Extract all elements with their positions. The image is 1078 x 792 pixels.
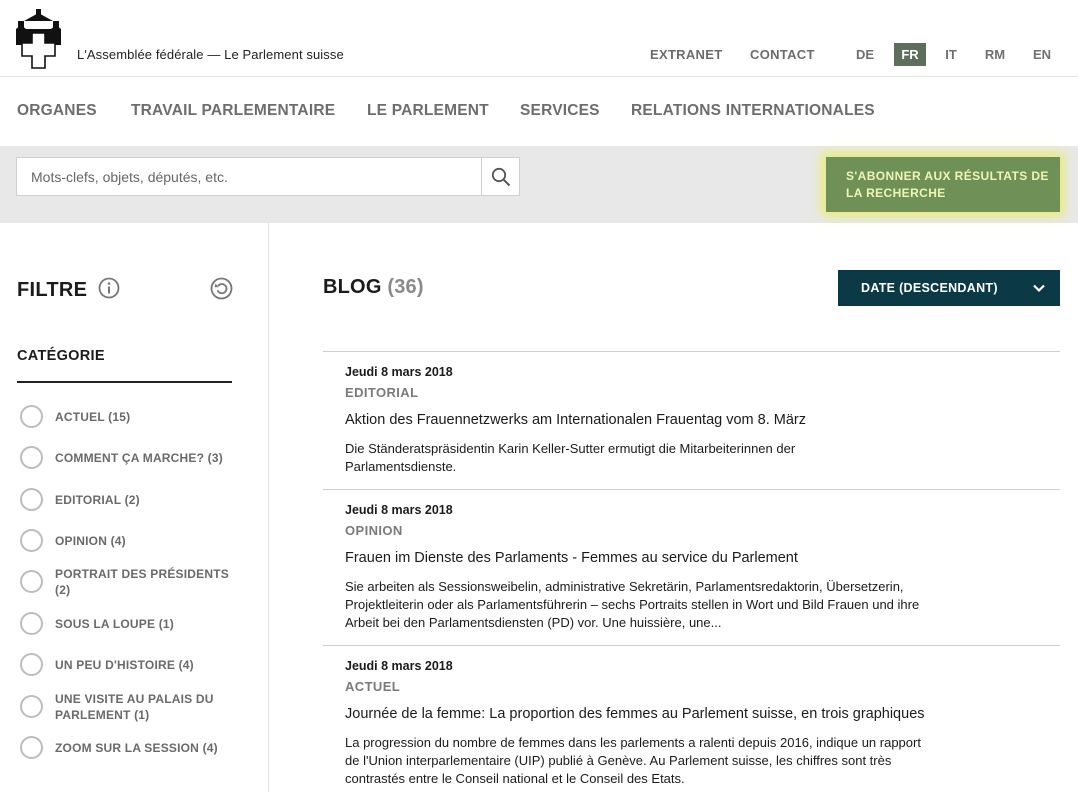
- results-title: BLOG (36): [323, 276, 424, 299]
- article-teaser: La progression du nombre de femmes dans …: [345, 735, 921, 786]
- nav-travail-parlementaire[interactable]: TRAVAIL PARLEMENTAIRE: [131, 102, 335, 120]
- search-icon: [491, 167, 510, 186]
- info-icon[interactable]: [98, 277, 120, 299]
- radio-button[interactable]: [20, 529, 43, 552]
- category-label: UN PEU D'HISTOIRE (4): [55, 658, 194, 672]
- radio-button[interactable]: [20, 653, 43, 676]
- article-title[interactable]: Frauen im Dienste des Parlaments - Femme…: [345, 550, 798, 566]
- article-category: EDITORIAL: [345, 385, 419, 400]
- nav-organes[interactable]: ORGANES: [17, 102, 97, 120]
- results-count: (36): [387, 276, 424, 298]
- blog-title-text: BLOG: [323, 276, 382, 298]
- filter-sidebar: FILTRE CATÉGORIE ACTUEL (15) COMMENT ÇA …: [0, 223, 269, 792]
- radio-button[interactable]: [20, 570, 43, 593]
- radio-button[interactable]: [20, 695, 43, 718]
- main-navigation: ORGANES TRAVAIL PARLEMENTAIRE LE PARLEME…: [0, 78, 1078, 146]
- filter-title: FILTRE: [17, 279, 88, 301]
- article-title[interactable]: Journée de la femme: La proportion des f…: [345, 706, 925, 722]
- article-title[interactable]: Aktion des Frauennetzwerks am Internatio…: [345, 412, 806, 428]
- radio-button[interactable]: [20, 736, 43, 759]
- category-label: EDITORIAL (2): [55, 493, 140, 507]
- category-label: ACTUEL (15): [55, 410, 131, 424]
- radio-button[interactable]: [20, 446, 43, 469]
- lang-en[interactable]: EN: [1026, 43, 1058, 66]
- category-label: PORTRAIT DES PRÉSIDENTS (2): [55, 567, 229, 597]
- chevron-down-icon: [1033, 284, 1045, 293]
- category-label: UNE VISITE AU PALAIS DU PARLEMENT (1): [55, 692, 214, 722]
- radio-button[interactable]: [20, 488, 43, 511]
- category-label: SOUS LA LOUPE (1): [55, 617, 174, 631]
- article-date: Jeudi 8 mars 2018: [345, 503, 453, 517]
- search-band: S'ABONNER AUX RÉSULTATS DE LA RECHERCHE: [0, 146, 1078, 223]
- category-label: ZOOM SUR LA SESSION (4): [55, 741, 218, 755]
- category-title: CATÉGORIE: [17, 348, 105, 364]
- reset-icon[interactable]: [210, 277, 233, 300]
- subscribe-search-results-button[interactable]: S'ABONNER AUX RÉSULTATS DE LA RECHERCHE: [826, 157, 1060, 212]
- lang-rm[interactable]: RM: [979, 43, 1011, 66]
- category-label: COMMENT ÇA MARCHE? (3): [55, 451, 223, 465]
- sort-label: DATE (DESCENDANT): [861, 281, 998, 295]
- search-button[interactable]: [481, 157, 520, 196]
- category-divider: [17, 381, 232, 383]
- category-label: OPINION (4): [55, 534, 126, 548]
- blog-article[interactable]: Jeudi 8 mars 2018 ACTUEL Journée de la f…: [323, 645, 1060, 792]
- search-input[interactable]: [17, 158, 481, 195]
- article-date: Jeudi 8 mars 2018: [345, 659, 453, 673]
- radio-button[interactable]: [20, 405, 43, 428]
- lang-fr[interactable]: FR: [894, 43, 926, 66]
- lang-de[interactable]: DE: [849, 43, 881, 66]
- contact-link[interactable]: CONTACT: [750, 47, 815, 62]
- lang-it[interactable]: IT: [935, 43, 967, 66]
- sort-dropdown[interactable]: DATE (DESCENDANT): [838, 270, 1060, 306]
- top-header: L'Assemblée fédérale — Le Parlement suis…: [0, 0, 1078, 77]
- nav-le-parlement[interactable]: LE PARLEMENT: [367, 102, 489, 120]
- article-category: OPINION: [345, 523, 403, 538]
- parliament-logo-icon[interactable]: [14, 7, 64, 71]
- blog-article[interactable]: Jeudi 8 mars 2018 EDITORIAL Aktion des F…: [323, 351, 1060, 489]
- nav-services[interactable]: SERVICES: [520, 102, 600, 120]
- radio-button[interactable]: [20, 612, 43, 635]
- nav-relations-internationales[interactable]: RELATIONS INTERNATIONALES: [631, 102, 875, 120]
- search-box: [16, 157, 482, 196]
- article-teaser: Sie arbeiten als Sessionsweibelin, admin…: [345, 579, 920, 630]
- blog-article[interactable]: Jeudi 8 mars 2018 OPINION Frauen im Dien…: [323, 489, 1060, 645]
- blog-results: BLOG (36) DATE (DESCENDANT) Jeudi 8 mars…: [270, 223, 1078, 792]
- extranet-link[interactable]: EXTRANET: [650, 47, 722, 62]
- article-date: Jeudi 8 mars 2018: [345, 365, 453, 379]
- article-category: ACTUEL: [345, 679, 401, 694]
- site-title[interactable]: L'Assemblée fédérale — Le Parlement suis…: [77, 47, 344, 62]
- article-teaser: Die Ständeratspräsidentin Karin Keller-S…: [345, 441, 796, 474]
